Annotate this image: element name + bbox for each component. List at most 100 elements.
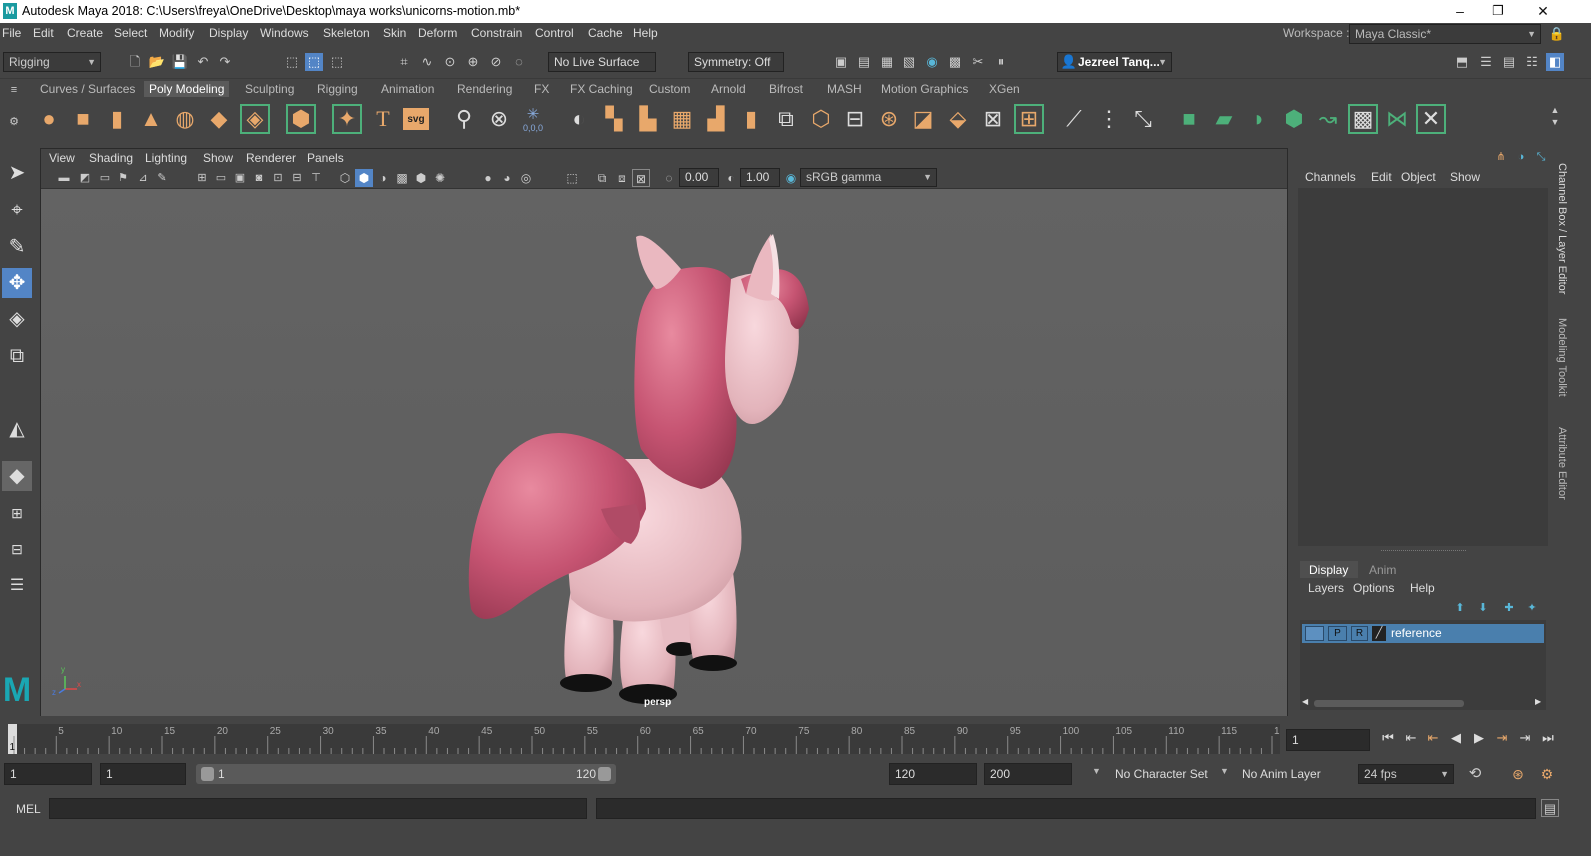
platonic-solid-icon[interactable]: ⬢ [286,104,316,134]
step-back-key-icon[interactable]: ⇤ [1403,729,1419,747]
snap-grid-icon[interactable]: ⌗ [395,53,413,71]
menu-cache[interactable]: Cache [588,26,623,40]
camera-attributes-icon[interactable]: ◩ [76,169,94,187]
channel-expand-icon[interactable]: ⤡ [1532,148,1550,166]
menu-file[interactable]: File [2,26,21,40]
select-hierarchy-icon[interactable]: ⬚ [283,53,301,71]
current-frame-field[interactable]: 1 [1286,729,1370,751]
command-language-label[interactable]: MEL [16,802,41,816]
automatic-map-icon[interactable]: ↝ [1313,104,1343,134]
image-plane-icon[interactable]: ⚑ [114,169,132,187]
vp-menu-panels[interactable]: Panels [307,151,344,165]
close-button[interactable]: ✕ [1520,0,1566,23]
vp-menu-view[interactable]: View [49,151,75,165]
perspective-viewport[interactable]: View Shading Lighting Show Renderer Pane… [40,148,1288,716]
layer-name[interactable]: reference [1391,626,1442,640]
playback-end-field[interactable]: 120 [889,763,977,785]
four-view-layout-icon[interactable]: ⊞ [2,498,32,528]
poly-torus-icon[interactable]: ◍ [170,104,200,134]
new-empty-layer-icon[interactable]: ✚ [1500,599,1518,617]
lasso-tool-icon[interactable]: ⌖ [2,195,32,225]
ipr-render-icon[interactable]: ▦ [878,53,896,71]
tab-animation[interactable]: Animation [381,82,434,96]
anim-layer-arrow-icon[interactable]: ▼ [1220,766,1229,776]
depth-of-field-icon[interactable]: ◎ [517,169,535,187]
isolate-select-icon[interactable]: ⬚ [563,169,581,187]
mirror-icon[interactable]: ▟ [701,104,731,134]
le-menu-help[interactable]: Help [1410,581,1435,595]
live-surface-field[interactable]: No Live Surface [548,52,656,72]
modeling-toolkit-toggle-icon[interactable]: ⬒ [1453,53,1471,71]
move-layer-up-icon[interactable]: ⬆ [1451,599,1469,617]
safe-title-icon[interactable]: ⊤ [307,169,325,187]
combine-icon[interactable]: ◐ [564,104,594,134]
render-sequence-icon[interactable]: ▤ [855,53,873,71]
layer-visibility-toggle[interactable] [1305,626,1324,641]
extrude-icon[interactable]: ⧉ [771,104,801,134]
layer-reference-toggle[interactable]: R [1351,626,1368,641]
new-scene-icon[interactable]: 🗋 [126,53,144,71]
character-set-label[interactable]: No Character Set [1115,767,1208,781]
tab-xgen[interactable]: XGen [989,82,1020,96]
cylindrical-map-icon[interactable]: ◗ [1244,104,1274,134]
tab-sculpting[interactable]: Sculpting [245,82,294,96]
snap-curve-icon[interactable]: ∿ [418,53,436,71]
color-space-dropdown[interactable]: sRGB gamma ▼ [800,168,937,187]
smooth-shade-icon[interactable]: ⬢ [355,169,373,187]
planar-map-icon[interactable]: ▰ [1209,104,1239,134]
render-frame-icon[interactable]: ▣ [832,53,850,71]
color-management-icon[interactable]: ◉ [782,169,800,187]
poly-plane-icon[interactable]: ◆ [204,104,234,134]
channel-attributes-icon[interactable]: ◑ [1512,148,1530,166]
two-d-pan-icon[interactable]: ⊿ [134,169,152,187]
tool-settings-toggle-icon[interactable]: ▤ [1500,53,1518,71]
menu-deform[interactable]: Deform [418,26,457,40]
tab-channel-box-layer-editor[interactable]: Channel Box / Layer Editor [1550,156,1568,301]
character-set-arrow-icon[interactable]: ▼ [1092,766,1101,776]
vp-menu-renderer[interactable]: Renderer [246,151,296,165]
outliner-icon[interactable]: ☰ [2,571,32,601]
uv-editor-icon[interactable]: ■ [1174,104,1204,134]
tab-custom[interactable]: Custom [649,82,690,96]
target-weld-icon[interactable]: ⤡ [1128,104,1158,134]
shelf-settings-icon[interactable]: ⚙ [5,113,23,131]
tab-rendering[interactable]: Rendering [457,82,512,96]
render-view-icon[interactable]: ▩ [946,53,964,71]
panel-splitter[interactable] [1381,550,1466,552]
gamma-icon[interactable]: ◐ [722,169,740,187]
vp-menu-lighting[interactable]: Lighting [145,151,187,165]
redo-icon[interactable]: ↷ [216,53,234,71]
vp-menu-show[interactable]: Show [203,151,233,165]
restore-button[interactable]: ❐ [1475,0,1521,23]
exposure-field[interactable]: 0.00 [679,168,719,187]
layer-playback-toggle[interactable]: P [1328,626,1347,641]
tab-curves-surfaces[interactable]: Curves / Surfaces [40,82,135,96]
shadows-icon[interactable]: ✺ [431,169,449,187]
shelf-scroll-down-icon[interactable]: ▼ [1546,113,1564,131]
xray-joints-icon[interactable]: ⊠ [632,169,650,187]
layer-scroll-thumb[interactable] [1314,700,1464,707]
open-scene-icon[interactable]: 📂 [148,53,166,71]
pause-icon[interactable]: ⏸ [992,53,1010,71]
channel-hierarchy-icon[interactable]: ⋔ [1492,148,1510,166]
fps-dropdown[interactable]: 24 fps ▼ [1358,764,1454,784]
svg-icon[interactable]: svg [403,108,429,130]
wireframe-on-shaded-icon[interactable]: ◑ [374,169,392,187]
step-forward-frame-icon[interactable]: ⇥ [1494,729,1510,747]
play-forwards-icon[interactable]: ▶ [1471,729,1487,747]
wedge-icon[interactable]: ⊠ [978,104,1008,134]
merge-icon[interactable]: ⬙ [943,104,973,134]
fill-hole-icon[interactable]: ⊛ [874,104,904,134]
poly-cone-icon[interactable]: ▲ [136,104,166,134]
menu-skeleton[interactable]: Skeleton [323,26,370,40]
anim-layer-label[interactable]: No Anim Layer [1242,767,1321,781]
poly-text-icon[interactable]: T [368,104,398,134]
reduce-icon[interactable]: ▦ [667,104,697,134]
tab-poly-modeling[interactable]: Poly Modeling [144,81,230,97]
modeling-toolkit-icon[interactable]: ✂ [969,53,987,71]
menu-control[interactable]: Control [535,26,574,40]
persp-outliner-layout-icon[interactable]: ⊟ [2,534,32,564]
scroll-left-icon[interactable]: ◀ [1302,697,1308,706]
cb-menu-channels[interactable]: Channels [1305,170,1356,184]
layer-editor-toggle-icon[interactable]: ◧ [1546,53,1564,71]
